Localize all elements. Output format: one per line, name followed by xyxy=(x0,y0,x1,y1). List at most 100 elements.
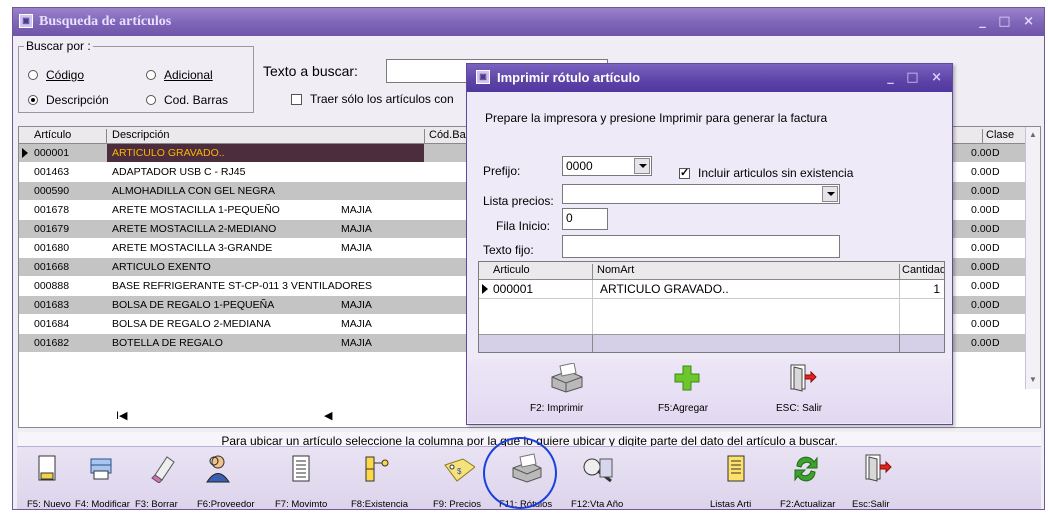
col-clase-header[interactable]: Clase xyxy=(986,129,1014,141)
grid-hline xyxy=(479,298,944,299)
window-controls[interactable]: _ □ × xyxy=(979,14,1038,29)
label-grid-footer xyxy=(479,334,944,352)
texto-fijo-label: Texto fijo: xyxy=(483,243,534,257)
cell-clase: D xyxy=(992,185,1000,197)
label-grid-row[interactable]: 000001 ARTICULO GRAVADO.. 1 xyxy=(479,280,944,298)
toolbar-button-supplier-person[interactable]: F6:Proveedor xyxy=(197,447,263,510)
cell-descripcion: ARTICULO EXENTO xyxy=(112,261,211,273)
cell-precio: 0.00 xyxy=(971,280,992,292)
toolbar-button-ledger[interactable]: F7: Movimto xyxy=(275,447,341,510)
scroll-down-arrow-icon[interactable]: ▼ xyxy=(1029,375,1037,384)
toolbar-button-label: F4: Modificar xyxy=(75,499,130,510)
nav-first-button[interactable]: I◀ xyxy=(116,409,128,422)
lista-precios-select[interactable] xyxy=(562,184,840,204)
toolbar-button-exit-door[interactable]: Esc:Salir xyxy=(852,447,918,510)
cell-articulo: 000888 xyxy=(34,280,70,292)
radio-cod-barras-dot[interactable] xyxy=(146,95,156,105)
cell-precio: 0.00 xyxy=(971,223,992,235)
cell-clase: D xyxy=(992,204,1000,216)
col-articulo-header[interactable]: Artículo xyxy=(34,129,71,141)
dialog-window-controls[interactable]: _ □ × xyxy=(887,70,946,85)
toolbar-button-list[interactable]: Listas Arti xyxy=(710,447,776,510)
radio-adicional[interactable]: Adicional xyxy=(146,68,213,82)
cell-clase: D xyxy=(992,242,1000,254)
only-with-stock-label: Traer sólo los artículos con xyxy=(310,92,454,106)
cell-articulo: 001680 xyxy=(34,242,70,254)
dialog-titlebar[interactable]: ▣ Imprimir rótulo artículo _ □ × xyxy=(467,64,952,92)
cell-marca: MAJIA xyxy=(341,223,372,235)
window-title: Busqueda de artículos xyxy=(39,14,172,29)
cell-descripcion: BASE REFRIGERANTE ST-CP-011 3 VENTILADOR… xyxy=(112,280,373,292)
toolbar-button-eraser[interactable]: F3: Borrar xyxy=(135,447,201,510)
col-articulo-header[interactable]: Articulo xyxy=(493,264,530,276)
prefijo-dropdown-icon[interactable] xyxy=(634,158,650,174)
cell-descripcion: ALMOHADILLA CON GEL NEGRA xyxy=(112,185,275,197)
cell-precio: 0.00 xyxy=(971,261,992,273)
only-with-stock-checkbox[interactable]: Traer sólo los artículos con xyxy=(291,92,454,106)
printer-edit-icon xyxy=(90,458,112,480)
toolbar-button-label: F9: Precios xyxy=(433,499,482,510)
toolbar-button-label: F8:Existencia xyxy=(351,499,409,510)
prefijo-select[interactable]: 0000 xyxy=(562,156,652,176)
toolbar-button-stock-key[interactable]: F8:Existencia xyxy=(351,447,417,510)
only-with-stock-box[interactable] xyxy=(291,93,302,105)
supplier-person-icon xyxy=(206,455,230,483)
nav-prev-button[interactable]: ◀ xyxy=(324,409,332,422)
cell-clase: D xyxy=(992,147,1000,159)
search-text-label: Texto a buscar: xyxy=(263,63,358,79)
cell-clase: D xyxy=(992,299,1000,311)
label-items-grid[interactable]: Articulo NomArt Cantidad 000001 ARTICULO… xyxy=(478,261,945,353)
exit-door-icon xyxy=(790,364,817,392)
toolbar-button-printer-edit[interactable]: F4: Modificar xyxy=(75,447,141,510)
radio-adicional-dot[interactable] xyxy=(146,70,156,80)
imprimir-label: F2: Imprimir xyxy=(530,403,584,414)
dialog-title: Imprimir rótulo artículo xyxy=(497,70,641,85)
main-titlebar[interactable]: ▣ Busqueda de artículos _ □ × xyxy=(13,8,1044,36)
radio-descripcion[interactable]: Descripción xyxy=(28,93,109,107)
cell-articulo: 001683 xyxy=(34,299,70,311)
toolbar-button-refresh[interactable]: F2:Actualizar xyxy=(780,447,846,510)
incluir-sin-existencia-checkbox[interactable]: Incluir articulos sin existencia xyxy=(679,166,853,180)
refresh-icon xyxy=(794,456,818,482)
radio-adicional-label: Adicional xyxy=(164,68,213,82)
col-nomart-header[interactable]: NomArt xyxy=(597,264,634,276)
prefijo-value: 0000 xyxy=(566,159,593,173)
list-icon xyxy=(727,455,745,482)
label-row-cantidad: 1 xyxy=(933,282,940,296)
app-icon: ▣ xyxy=(19,14,33,28)
salir-label: ESC: Salir xyxy=(776,403,823,414)
incluir-sin-existencia-box[interactable] xyxy=(679,166,690,179)
imprimir-button[interactable]: F2: Imprimir xyxy=(515,361,615,421)
svg-text:$: $ xyxy=(457,467,462,476)
dialog-app-icon: ▣ xyxy=(476,70,490,84)
grid-vertical-scrollbar[interactable]: ▲ ▼ xyxy=(1025,127,1040,389)
col-descripcion-header[interactable]: Descripción xyxy=(112,129,169,141)
salir-button[interactable]: ESC: Salir xyxy=(762,361,842,421)
texto-fijo-input[interactable] xyxy=(562,235,840,258)
cell-clase: D xyxy=(992,318,1000,330)
radio-descripcion-dot[interactable] xyxy=(28,95,38,105)
cell-precio: 0.00 xyxy=(971,166,992,178)
cell-articulo: 001682 xyxy=(34,337,70,349)
toolbar-button-yearly-sales[interactable]: F12:Vta Año xyxy=(571,447,637,510)
radio-codigo-label: Código xyxy=(46,68,85,82)
cell-descripcion: ARETE MOSTACILLA 2-MEDIANO xyxy=(112,223,277,235)
radio-codigo[interactable]: Código xyxy=(28,68,84,82)
fila-inicio-input[interactable]: 0 xyxy=(562,208,608,230)
agregar-label: F5:Agregar xyxy=(658,403,709,414)
cell-descripcion: BOTELLA DE REGALO xyxy=(112,337,223,349)
scroll-up-arrow-icon[interactable]: ▲ xyxy=(1029,130,1037,139)
cell-clase: D xyxy=(992,337,1000,349)
cell-articulo: 001668 xyxy=(34,261,70,273)
print-label-dialog: ▣ Imprimir rótulo artículo _ □ × Prepare… xyxy=(466,63,953,425)
cell-precio: 0.00 xyxy=(971,204,992,216)
toolbar-button-label: F6:Proveedor xyxy=(197,499,255,510)
col-separator xyxy=(592,335,593,352)
col-cantidad-header[interactable]: Cantidad xyxy=(902,264,944,276)
toolbar-button-label: Esc:Salir xyxy=(852,499,890,510)
radio-cod-barras-label: Cod. Barras xyxy=(164,93,229,107)
radio-codigo-dot[interactable] xyxy=(28,70,38,80)
agregar-button[interactable]: F5:Agregar xyxy=(649,361,729,421)
radio-cod-barras[interactable]: Cod. Barras xyxy=(146,93,228,107)
lista-precios-dropdown-icon[interactable] xyxy=(822,186,838,202)
